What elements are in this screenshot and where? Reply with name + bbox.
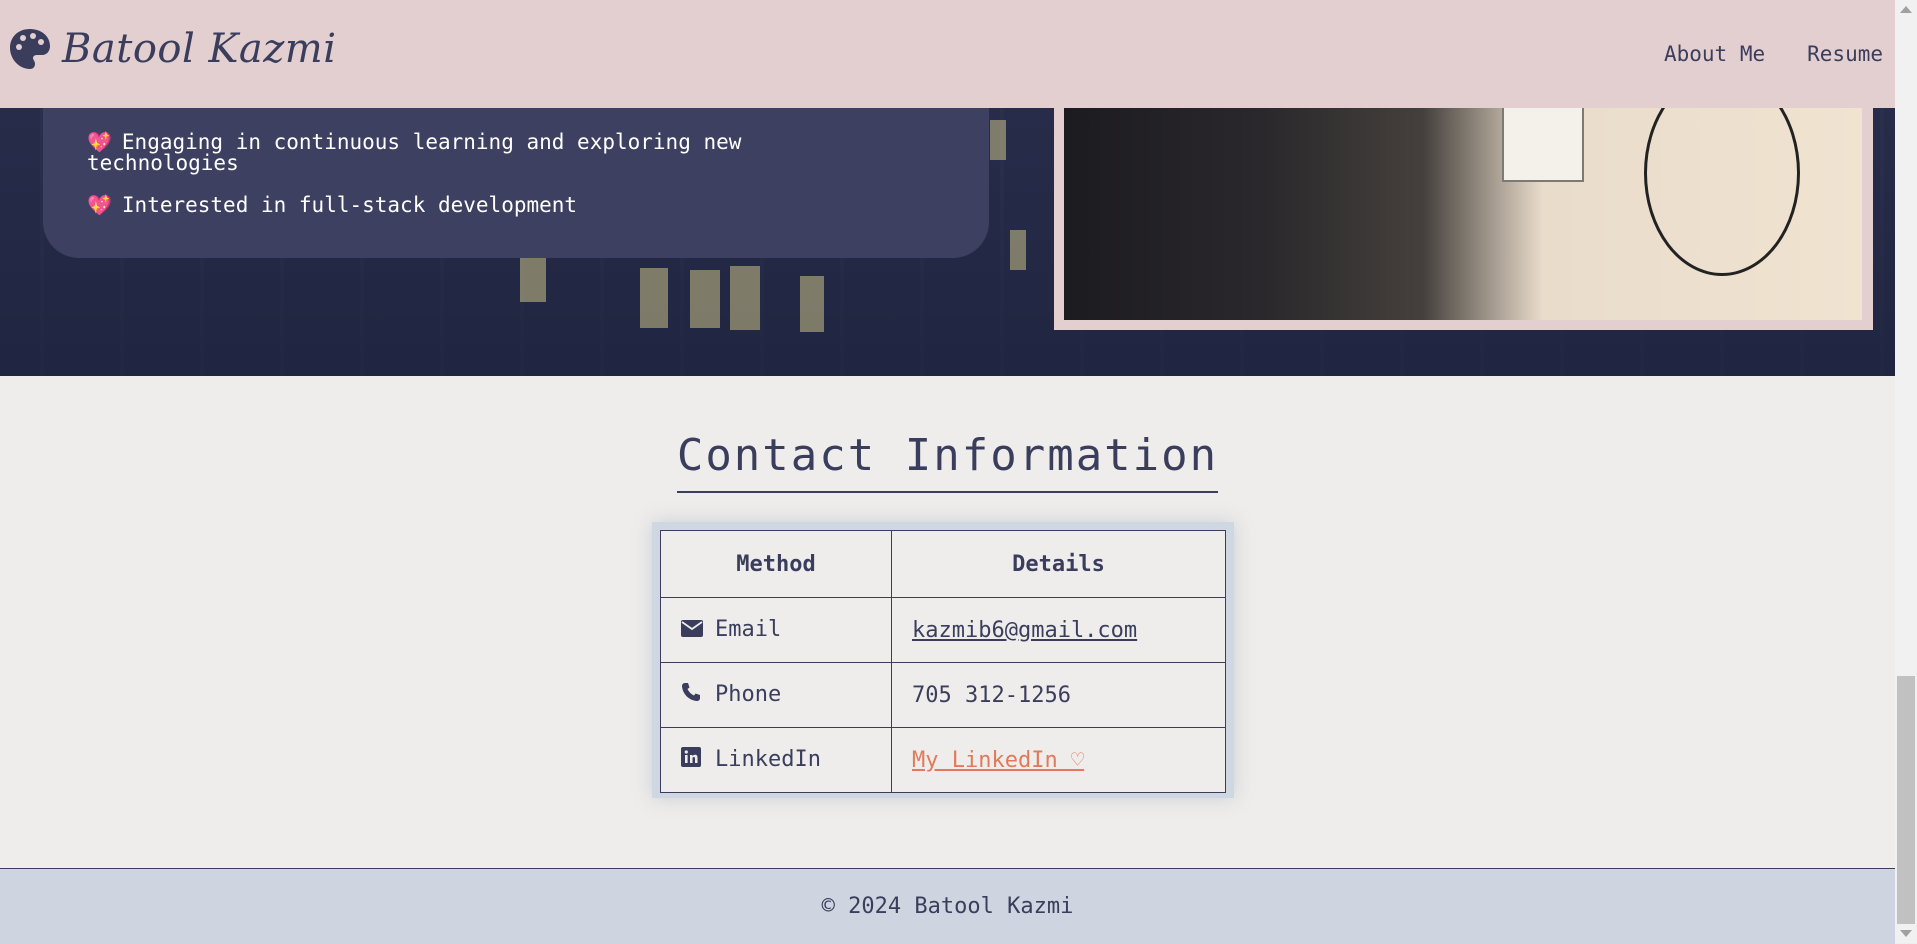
linkedin-link[interactable]: My LinkedIn ♡ bbox=[912, 748, 1084, 773]
details-cell: My LinkedIn ♡ bbox=[891, 727, 1226, 793]
about-item: 💖 Interested in full-stack development bbox=[87, 193, 578, 217]
email-link[interactable]: kazmib6@gmail.com bbox=[912, 618, 1137, 643]
palette-icon bbox=[10, 29, 50, 69]
site-header: Batool Kazmi About Me Resume bbox=[0, 0, 1895, 108]
table-row: Phone 705 312-1256 bbox=[660, 662, 1226, 728]
profile-photo-frame bbox=[1054, 90, 1873, 330]
brand-name: Batool Kazmi bbox=[62, 26, 337, 72]
about-item: 💖 Engaging in continuous learning and exp… bbox=[87, 130, 742, 175]
scroll-thumb[interactable] bbox=[1897, 676, 1915, 924]
contact-section: Contact Information bbox=[0, 430, 1895, 493]
footer-copyright: © 2024 Batool Kazmi bbox=[821, 894, 1074, 919]
table-header-row: Method Details bbox=[660, 530, 1226, 598]
sparkling-heart-icon: 💖 bbox=[87, 193, 112, 217]
method-cell: Email bbox=[660, 597, 892, 663]
column-header-method: Method bbox=[660, 530, 892, 598]
brand[interactable]: Batool Kazmi bbox=[8, 26, 337, 72]
method-cell: Phone bbox=[660, 662, 892, 728]
scroll-down-arrow-icon[interactable] bbox=[1900, 930, 1912, 937]
name-badge bbox=[1502, 96, 1584, 182]
nav-link-resume[interactable]: Resume bbox=[1807, 42, 1883, 66]
envelope-icon bbox=[681, 618, 703, 643]
site-footer: © 2024 Batool Kazmi bbox=[0, 868, 1895, 944]
column-header-details: Details bbox=[891, 530, 1226, 598]
table-row: LinkedIn My LinkedIn ♡ bbox=[660, 727, 1226, 793]
contact-table: Method Details Email kazmib6@gmail.com P… bbox=[660, 530, 1226, 793]
details-cell: 705 312-1256 bbox=[891, 662, 1226, 728]
details-cell: kazmib6@gmail.com bbox=[891, 597, 1226, 663]
scroll-up-arrow-icon[interactable] bbox=[1900, 6, 1912, 13]
phone-icon bbox=[681, 682, 703, 708]
table-row: Email kazmib6@gmail.com bbox=[660, 597, 1226, 663]
contact-table-wrapper: Method Details Email kazmib6@gmail.com P… bbox=[652, 522, 1234, 798]
profile-photo bbox=[1064, 90, 1862, 320]
vertical-scrollbar[interactable] bbox=[1895, 0, 1917, 943]
contact-title: Contact Information bbox=[676, 430, 1219, 493]
main-nav: About Me Resume bbox=[1664, 42, 1883, 66]
linkedin-icon bbox=[681, 747, 703, 773]
nav-link-about-me[interactable]: About Me bbox=[1664, 42, 1765, 66]
method-cell: LinkedIn bbox=[660, 727, 892, 793]
